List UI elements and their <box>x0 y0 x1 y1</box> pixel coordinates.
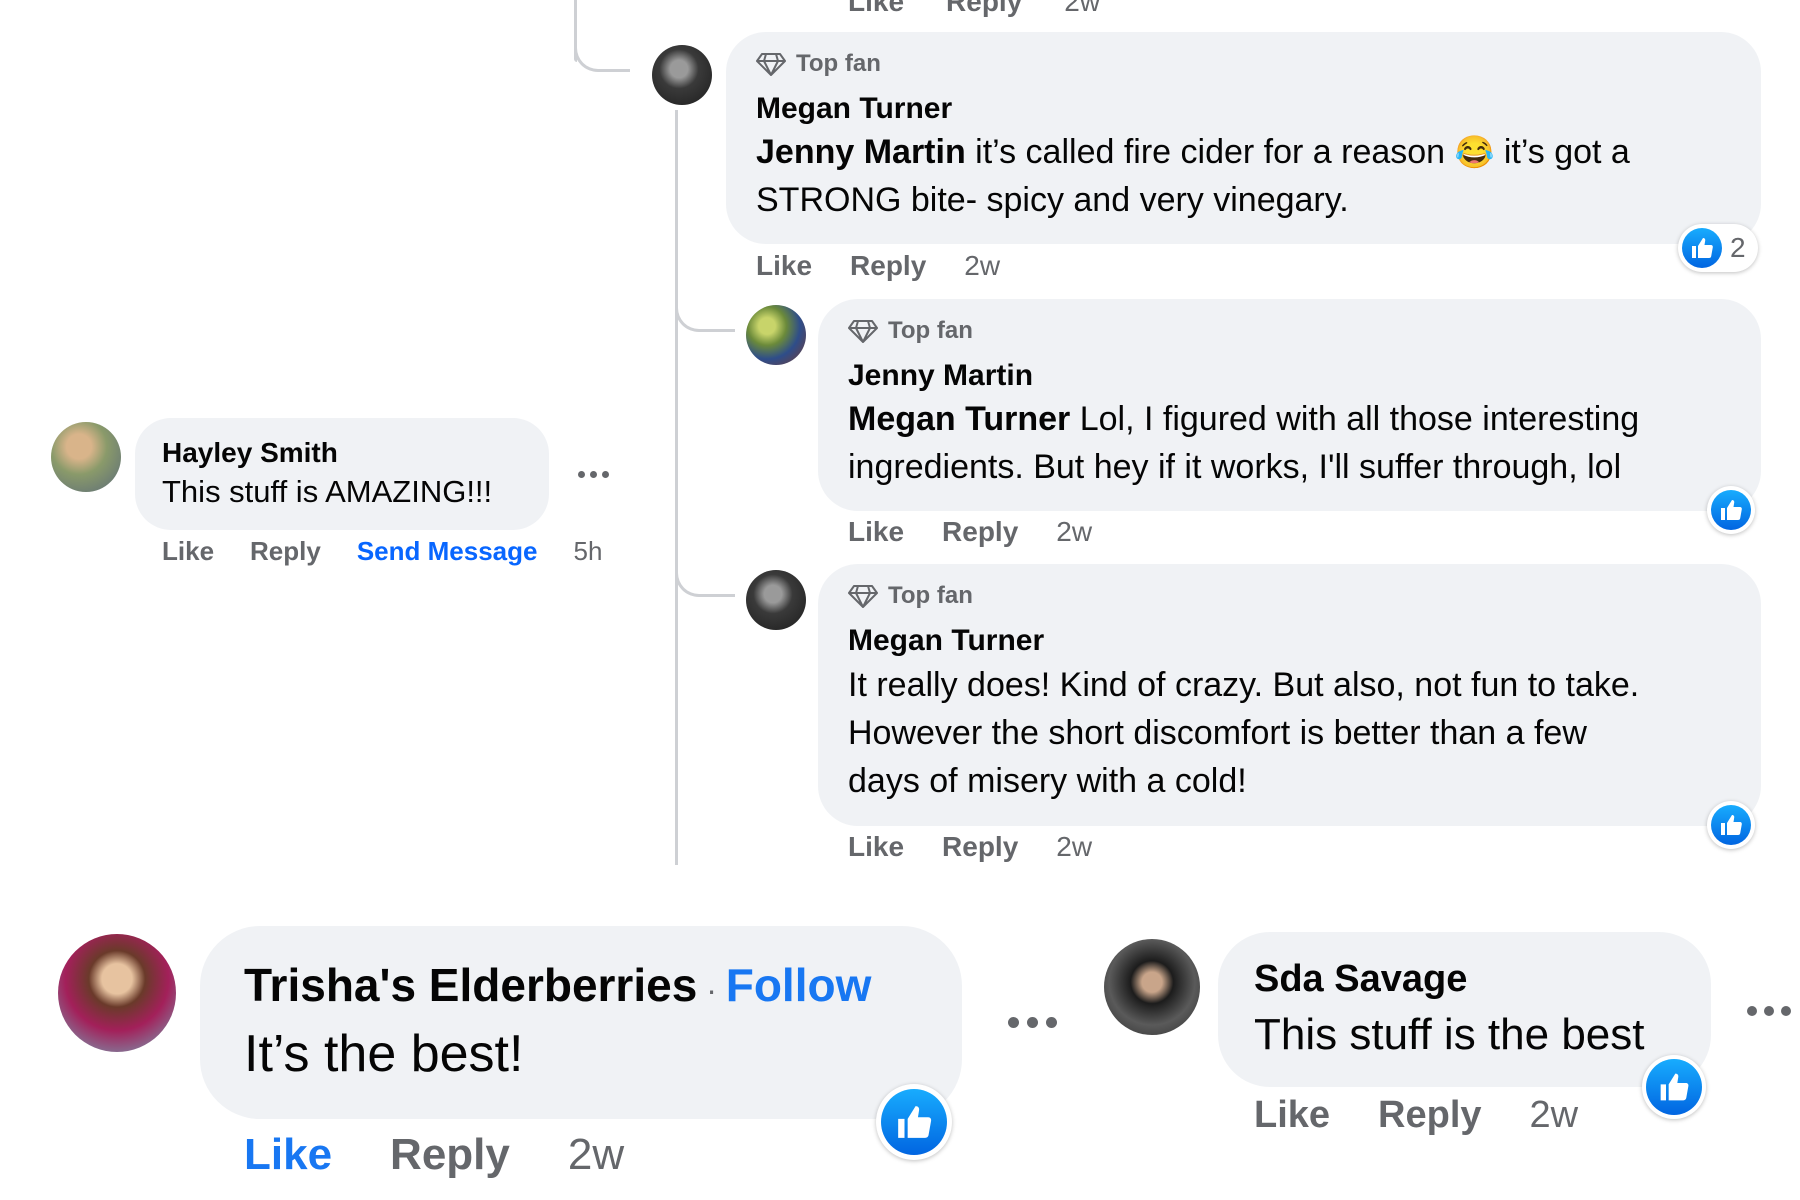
author-name[interactable]: Megan Turner <box>756 92 952 126</box>
comment-actions: Like Reply 2w <box>848 516 1092 548</box>
comment-text: It’s the best! <box>244 1025 524 1083</box>
thread-connector-branch-1 <box>675 280 735 332</box>
like-link[interactable]: Like <box>756 250 812 282</box>
avatar[interactable] <box>652 45 712 105</box>
author-name[interactable]: Sda Savage <box>1254 958 1467 1001</box>
more-dots-icon[interactable] <box>1008 1017 1057 1028</box>
mention-link[interactable]: Jenny Martin <box>756 133 966 171</box>
timestamp[interactable]: 2w <box>1530 1094 1579 1137</box>
timestamp[interactable]: 5h <box>573 536 602 567</box>
comment-text-part: Lol, I figured with all those interestin… <box>1070 400 1640 438</box>
mention-link[interactable]: Megan Turner <box>848 400 1070 438</box>
top-fan-badge: Top fan <box>848 582 973 610</box>
thumbs-up-icon <box>881 1089 947 1155</box>
like-link[interactable]: Like <box>848 0 904 18</box>
avatar[interactable] <box>51 422 121 492</box>
comment-actions-clipped: Like Reply 2w <box>848 0 1100 18</box>
like-link[interactable]: Like <box>1254 1094 1330 1137</box>
avatar[interactable] <box>1104 939 1200 1035</box>
laughing-emoji: 😂 <box>1454 134 1495 170</box>
reaction-badge[interactable] <box>876 1084 952 1160</box>
avatar[interactable] <box>746 570 806 630</box>
comment-text: It really does! Kind of crazy. But also,… <box>848 661 1639 805</box>
author-name[interactable]: Hayley Smith <box>162 437 338 469</box>
comment-text: Jenny Martin it’s called fire cider for … <box>756 128 1630 224</box>
reply-link[interactable]: Reply <box>850 250 926 282</box>
more-dots-icon[interactable] <box>578 471 609 478</box>
comment-bubble <box>200 926 962 1119</box>
reaction-badge[interactable] <box>1707 486 1755 534</box>
author-name[interactable]: Jenny Martin <box>848 359 1033 393</box>
comment-text-line: ingredients. But hey if it works, I'll s… <box>848 448 1622 486</box>
comment-actions: Like Reply 2w <box>848 831 1092 863</box>
author-name[interactable]: Megan Turner <box>848 624 1044 658</box>
top-fan-badge: Top fan <box>848 317 973 345</box>
reaction-badge[interactable] <box>1707 801 1755 849</box>
avatar[interactable] <box>58 934 176 1052</box>
reply-link[interactable]: Reply <box>250 536 321 567</box>
like-link[interactable]: Like <box>848 831 904 863</box>
reply-link[interactable]: Reply <box>942 516 1018 548</box>
timestamp[interactable]: 2w <box>1064 0 1100 18</box>
comment-text-part: it’s got a <box>1494 133 1630 171</box>
diamond-icon <box>848 585 878 608</box>
thread-connector-branch-2 <box>675 545 735 597</box>
reply-link[interactable]: Reply <box>942 831 1018 863</box>
reply-link[interactable]: Reply <box>946 0 1022 18</box>
timestamp[interactable]: 2w <box>1056 516 1092 548</box>
follow-button[interactable]: Follow <box>726 959 872 1011</box>
name-separator: · <box>697 972 726 1008</box>
more-dots-icon[interactable] <box>1747 1006 1791 1016</box>
comment-actions: Like Reply 2w <box>244 1130 624 1180</box>
comment-text: This stuff is the best <box>1254 1010 1645 1059</box>
top-fan-label: Top fan <box>888 317 973 344</box>
comment-text-line: STRONG bite- spicy and very vinegary. <box>756 181 1349 219</box>
reply-link[interactable]: Reply <box>1378 1094 1481 1137</box>
comment-text-line: days of misery with a cold! <box>848 762 1247 800</box>
comment-actions: Like Reply 2w <box>756 250 1000 282</box>
author-name[interactable]: Trisha's Elderberries <box>244 959 697 1011</box>
top-fan-badge: Top fan <box>756 50 881 78</box>
comment-actions: Like Reply 2w <box>1254 1094 1578 1137</box>
diamond-icon <box>848 320 878 343</box>
thumbs-up-icon <box>1682 228 1722 268</box>
avatar[interactable] <box>746 305 806 365</box>
thumbs-up-icon <box>1711 490 1751 530</box>
thread-connector-vertical <box>675 110 678 865</box>
comment-text: Megan Turner Lol, I figured with all tho… <box>848 395 1639 491</box>
comment-actions: Like Reply Send Message 5h <box>162 536 602 567</box>
comment-text-line: However the short discomfort is better t… <box>848 714 1587 752</box>
thumbs-up-icon <box>1646 1059 1702 1115</box>
thumbs-up-icon <box>1711 805 1751 845</box>
like-link[interactable]: Like <box>848 516 904 548</box>
timestamp[interactable]: 2w <box>1056 831 1092 863</box>
top-fan-label: Top fan <box>796 50 881 77</box>
like-link[interactable]: Like <box>244 1130 332 1180</box>
send-message-link[interactable]: Send Message <box>357 536 538 567</box>
thread-connector-curve <box>574 20 630 72</box>
reply-link[interactable]: Reply <box>390 1130 510 1180</box>
comment-text-part: it’s called fire cider for a reason <box>965 133 1455 171</box>
comment-text: This stuff is AMAZING!!! <box>162 474 493 509</box>
top-fan-label: Top fan <box>888 582 973 609</box>
timestamp[interactable]: 2w <box>964 250 1000 282</box>
reaction-badge[interactable]: 2 <box>1678 224 1758 272</box>
reaction-count: 2 <box>1730 232 1746 263</box>
reaction-badge[interactable] <box>1642 1055 1706 1119</box>
diamond-icon <box>756 53 786 76</box>
comment-text-line: It really does! Kind of crazy. But also,… <box>848 666 1640 704</box>
like-link[interactable]: Like <box>162 536 214 567</box>
author-header: Trisha's Elderberries · Follow <box>244 958 871 1012</box>
timestamp[interactable]: 2w <box>568 1130 624 1180</box>
